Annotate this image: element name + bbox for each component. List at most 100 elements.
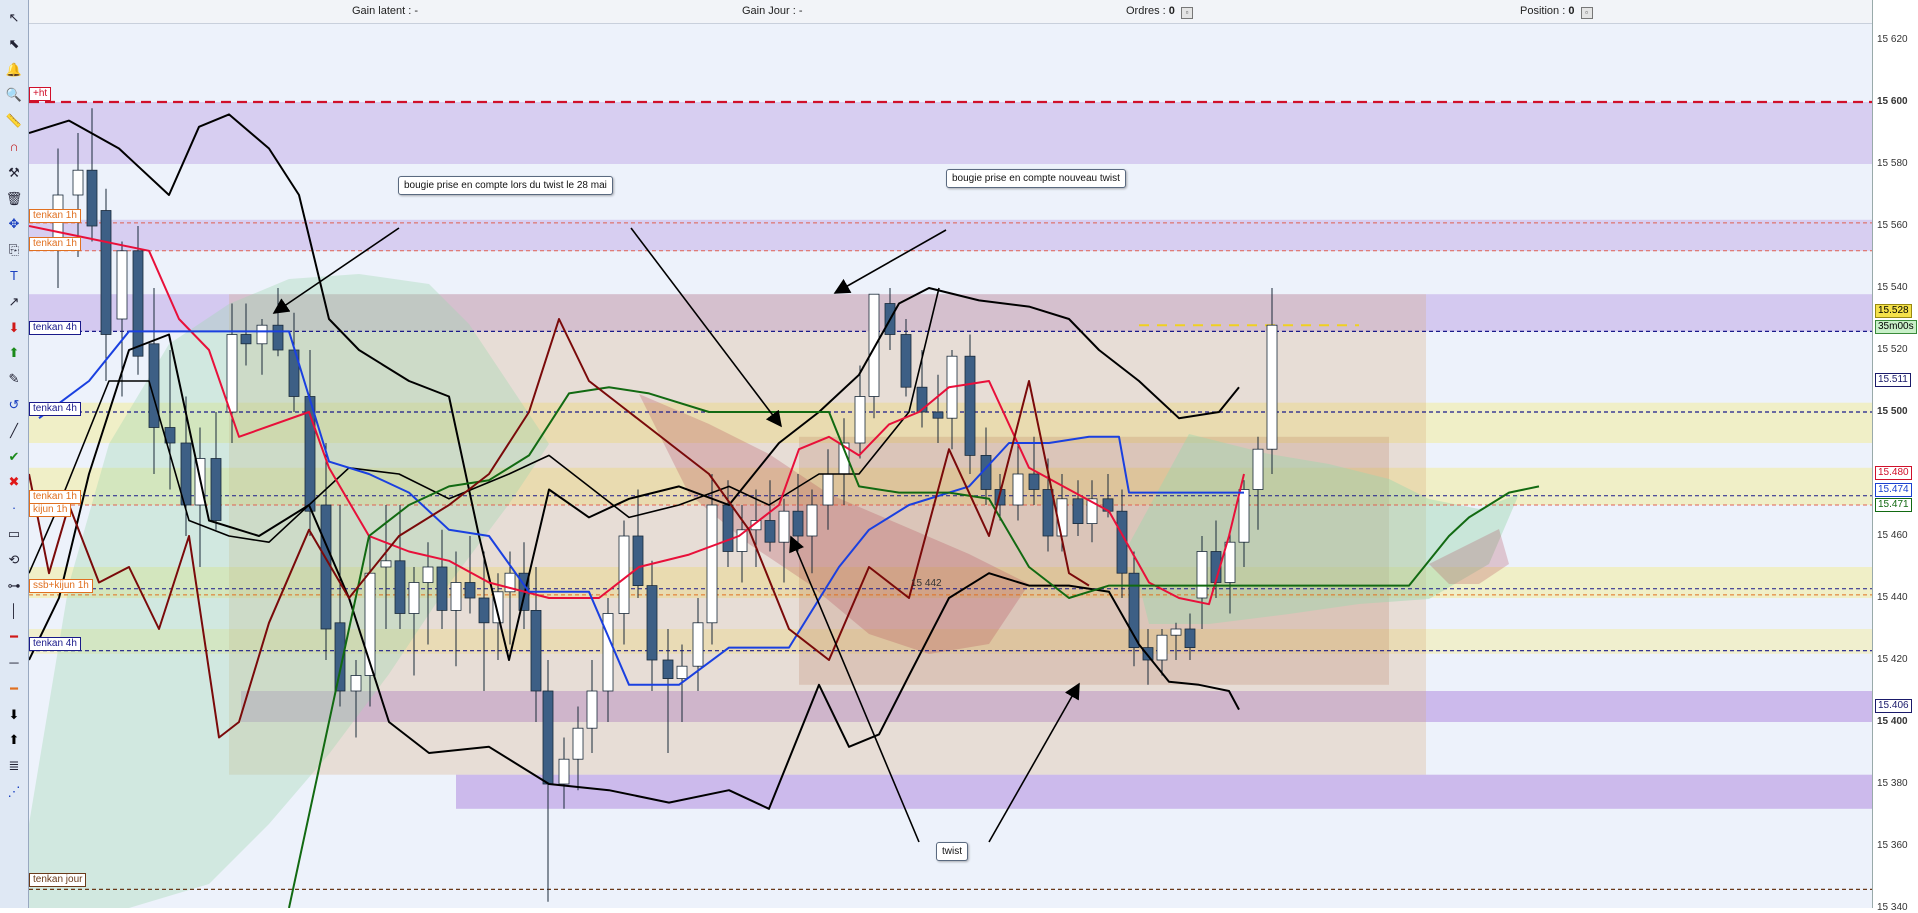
callout-nouveau-twist: bougie prise en compte nouveau twist bbox=[946, 169, 1126, 188]
arrow-down-red-icon[interactable]: ⬇ bbox=[4, 318, 24, 338]
candle-down bbox=[272, 324, 284, 351]
price-chart[interactable] bbox=[29, 24, 1872, 908]
candle-down bbox=[530, 610, 542, 692]
candle-up bbox=[380, 560, 392, 568]
bell-icon[interactable]: 🔔 bbox=[4, 60, 24, 80]
level-label: tenkan 4h bbox=[29, 402, 81, 416]
candle-down bbox=[1184, 628, 1196, 649]
price-tag: 15.511 bbox=[1875, 373, 1911, 387]
candle-down bbox=[464, 582, 476, 599]
undo-icon[interactable]: ↺ bbox=[4, 395, 24, 415]
status-bar: Gain latent : - Gain Jour : - Ordres : 0… bbox=[29, 0, 1872, 24]
price-axis[interactable]: 15 620 15 600 15 580 15 560 15 540 15 520 15 5… bbox=[1872, 0, 1918, 913]
move-icon[interactable]: ✥ bbox=[4, 214, 24, 234]
price-tag: 15.480 bbox=[1875, 466, 1912, 480]
position-panel-button[interactable]: ▫ bbox=[1580, 7, 1593, 19]
candle-up bbox=[1196, 551, 1208, 599]
pencil-icon[interactable]: ✎ bbox=[4, 369, 24, 389]
arrow-up-black-icon[interactable]: ⬆ bbox=[4, 730, 24, 750]
axis-tick-label: 15 580 bbox=[1877, 158, 1908, 169]
candle-up bbox=[256, 324, 268, 345]
axis-tick-label: 15 460 bbox=[1877, 530, 1908, 541]
copy-icon[interactable]: ⎘ bbox=[4, 240, 24, 260]
candle-up bbox=[676, 665, 688, 680]
candle-down bbox=[632, 535, 644, 586]
candle-up bbox=[450, 582, 462, 611]
candle-up bbox=[806, 504, 818, 537]
candle-down bbox=[1028, 473, 1040, 490]
level-label: tenkan 1h bbox=[29, 209, 81, 223]
candle-down bbox=[932, 411, 944, 419]
candle-down bbox=[478, 597, 490, 624]
line-ends-icon[interactable]: ⊶ bbox=[4, 576, 24, 596]
axis-tick-label: 15 440 bbox=[1877, 592, 1908, 603]
candle-up bbox=[1224, 541, 1236, 583]
arrow-diagonal-icon[interactable]: ↗ bbox=[4, 292, 24, 312]
line-tool-icon[interactable]: ╱ bbox=[4, 421, 24, 441]
candle-down bbox=[132, 250, 144, 357]
level-label: tenkan 4h bbox=[29, 637, 81, 651]
candle-down bbox=[964, 355, 976, 456]
text-tool-icon[interactable]: T bbox=[4, 266, 24, 286]
candle-up bbox=[116, 250, 128, 320]
zoom-icon[interactable]: 🔍 bbox=[4, 85, 24, 105]
horizontal-line-orange-icon[interactable]: ━ bbox=[4, 679, 24, 699]
check-icon[interactable]: ✔ bbox=[4, 447, 24, 467]
candle-up bbox=[868, 293, 880, 397]
zone-icon[interactable]: ▭ bbox=[4, 524, 24, 544]
price-tag: 15.471 bbox=[1875, 498, 1912, 512]
trash-icon[interactable]: 🗑 bbox=[4, 189, 24, 209]
price-tag: 15.474 bbox=[1875, 483, 1912, 497]
axis-tick-label: 15 620 bbox=[1877, 34, 1908, 45]
candle-up bbox=[572, 727, 584, 760]
gain-jour-label: Gain Jour : bbox=[742, 5, 796, 17]
horizontal-line-icon[interactable]: ─ bbox=[4, 653, 24, 673]
candle-up bbox=[1170, 628, 1182, 636]
axis-tick-label: 15 360 bbox=[1877, 840, 1908, 851]
candle-down bbox=[646, 585, 658, 661]
hammer-icon[interactable]: ⚒ bbox=[4, 163, 24, 183]
level-label: +ht bbox=[29, 87, 52, 101]
cursor-icon[interactable]: ↖ bbox=[4, 8, 24, 28]
layers-icon[interactable]: ≣ bbox=[4, 756, 24, 776]
arrow-up-green-icon[interactable]: ⬆ bbox=[4, 343, 24, 363]
candle-down bbox=[542, 690, 554, 785]
ordres-panel-button[interactable]: ▫ bbox=[1180, 7, 1193, 19]
ruler-icon[interactable]: 📏 bbox=[4, 111, 24, 131]
axis-tick-label: 15 600 bbox=[1877, 96, 1908, 107]
position-label: Position : bbox=[1520, 5, 1566, 17]
candle-up bbox=[1252, 448, 1264, 490]
level-label: tenkan 1h bbox=[29, 237, 81, 251]
cursor-select-icon[interactable]: ⬉ bbox=[4, 34, 24, 54]
candle-up bbox=[854, 396, 866, 444]
price-tag: 15.528 bbox=[1875, 304, 1912, 318]
candle-down bbox=[1072, 498, 1084, 524]
axis-tick-label: 15 500 bbox=[1877, 406, 1908, 417]
callout-twist-28-mai: bougie prise en compte lors du twist le … bbox=[398, 176, 613, 195]
candle-up bbox=[706, 504, 718, 624]
dot-icon[interactable]: · bbox=[4, 498, 24, 518]
gain-jour-value: - bbox=[798, 5, 803, 17]
horizontal-line-red-icon[interactable]: ━ bbox=[4, 627, 24, 647]
candle-up bbox=[226, 334, 238, 413]
ordres-stat: Ordres : 0 ▫ bbox=[1126, 5, 1193, 19]
candle-up bbox=[1266, 324, 1278, 450]
candle-up bbox=[350, 675, 362, 692]
level-label: tenkan 4h bbox=[29, 321, 81, 335]
cycle-icon[interactable]: ⟲ bbox=[4, 550, 24, 570]
close-icon[interactable]: ✖ bbox=[4, 472, 24, 492]
horizontal-band bbox=[29, 102, 1872, 164]
gain-latent-label: Gain latent : bbox=[352, 5, 412, 17]
candle-down bbox=[1142, 647, 1154, 661]
vertical-line-icon[interactable]: │ bbox=[4, 601, 24, 621]
arrow-down-black-icon[interactable]: ⬇ bbox=[4, 705, 24, 725]
level-label: tenkan 1h bbox=[29, 490, 81, 504]
network-icon[interactable]: ⋰ bbox=[4, 782, 24, 802]
price-tag: 15.406 bbox=[1875, 699, 1912, 713]
axis-tick-label: 15 420 bbox=[1877, 654, 1908, 665]
magnet-icon[interactable]: ∩ bbox=[4, 137, 24, 157]
price-tag: 35m00s bbox=[1875, 320, 1917, 334]
axis-tick-label: 15 400 bbox=[1877, 716, 1908, 727]
drawing-toolbar: ↖ ⬉ 🔔 🔍 📏 ∩ ⚒ 🗑 ✥ ⎘ T ↗ ⬇ ⬆ ✎ ↺ ╱ ✔ ✖ · ▭ ⟲ ⊶ │ ━ ─ ━ ⬇ ⬆ ≣ ⋰ bbox=[0, 0, 29, 908]
candle-down bbox=[1042, 489, 1054, 537]
